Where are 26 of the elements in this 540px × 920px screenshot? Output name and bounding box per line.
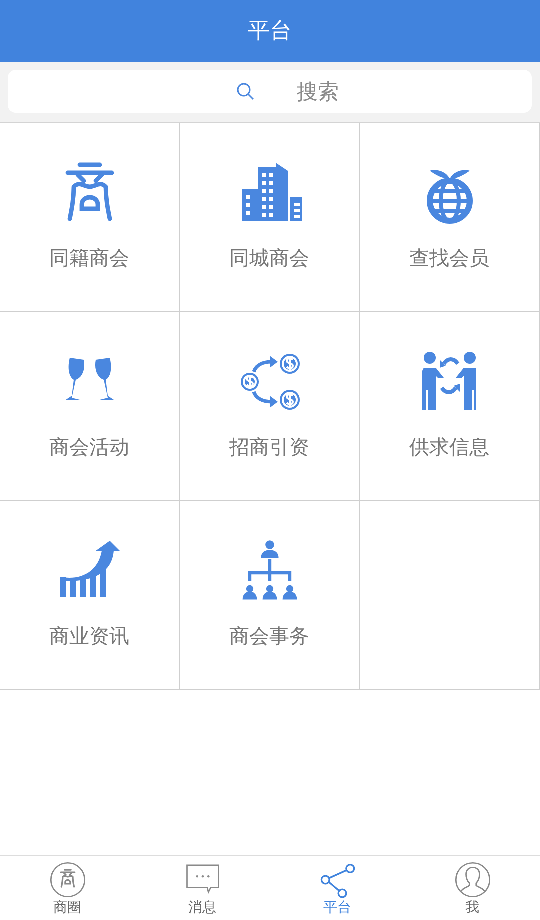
person-icon [454,862,490,898]
share-icon [320,862,356,898]
tile-label: 商业资讯 [50,623,130,650]
menu-tile[interactable]: 同城商会 [180,123,360,312]
menu-tile[interactable]: 商会事务 [180,501,360,690]
tile-label: 同城商会 [230,245,310,272]
menu-tile[interactable]: 供求信息 [360,312,540,501]
tile-label: 查找会员 [410,245,490,272]
page-title: 平台 [248,18,292,46]
emblem-icon [50,862,86,898]
menu-tile[interactable]: 查找会员 [360,123,540,312]
tile-label: 招商引资 [230,434,310,461]
menu-tile[interactable]: 招商引资 [180,312,360,501]
search-field[interactable]: 搜索 [8,70,532,113]
menu-tile[interactable]: 商会活动 [0,312,180,501]
tab-bar-item[interactable]: 平台 [270,856,405,920]
tab-bar-item[interactable]: 我 [405,856,540,920]
menu-tile[interactable]: 商业资讯 [0,501,180,690]
search-icon [236,82,256,102]
tile-label: 同籍商会 [50,245,130,272]
menu-tile[interactable]: 同籍商会 [0,123,180,312]
tile-label: 商会活动 [50,434,130,461]
tab-bar-item[interactable]: 商圈 [0,856,135,920]
tab-bar-item[interactable]: 消息 [135,856,270,920]
tile-label: 商会事务 [230,623,310,650]
tile-label: 供求信息 [410,434,490,461]
